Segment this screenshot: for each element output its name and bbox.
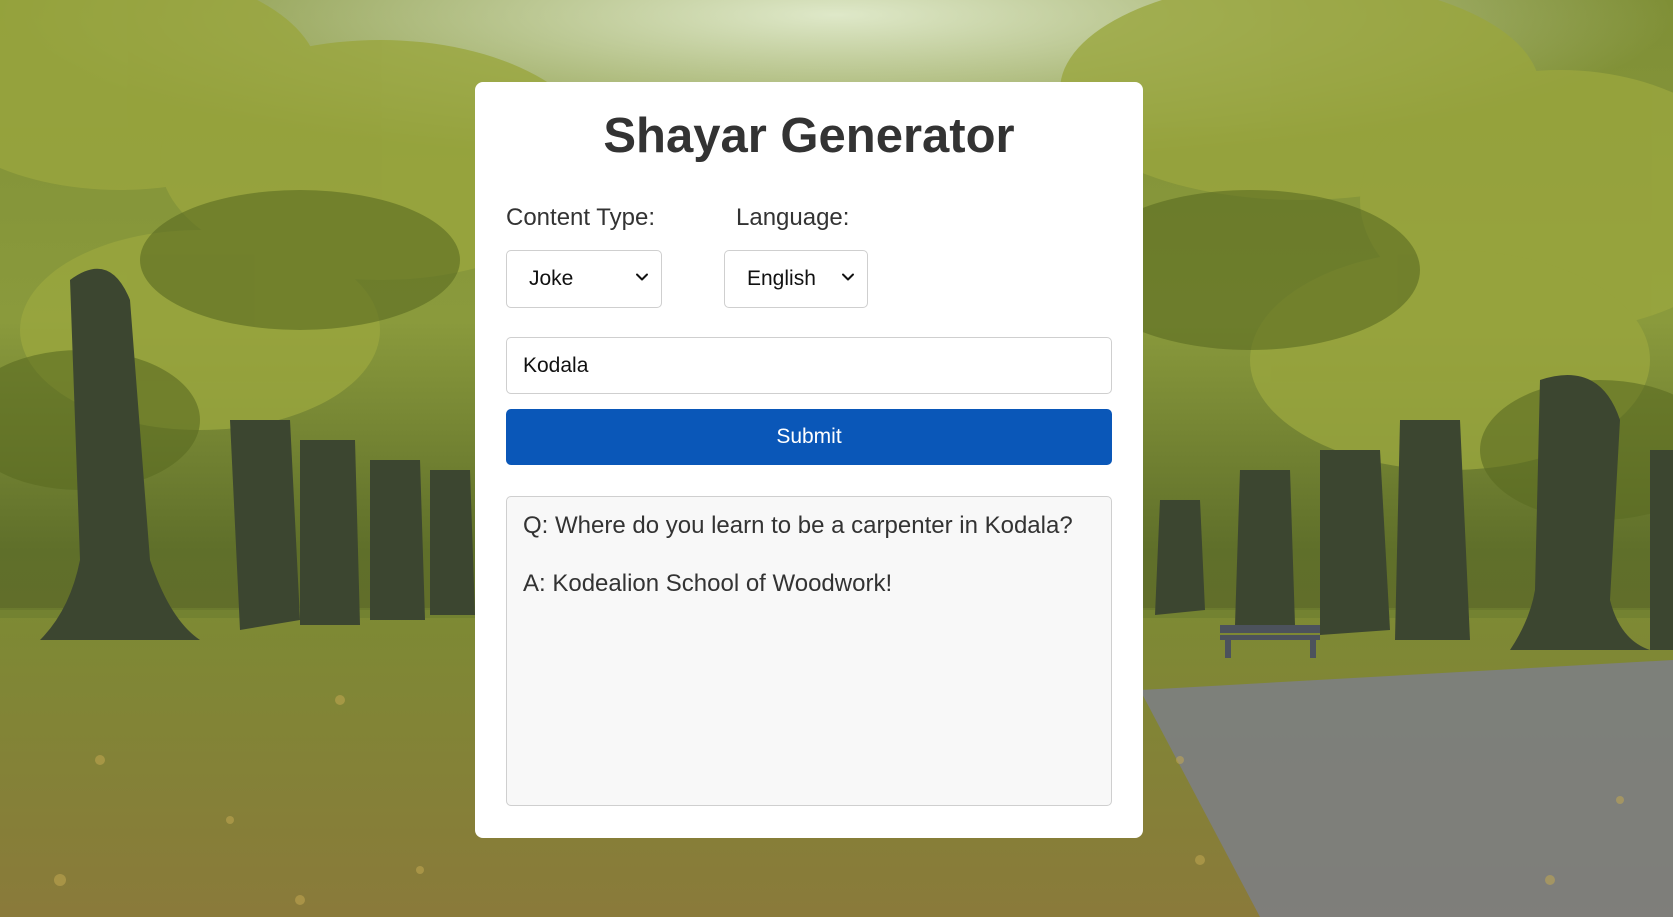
content-type-label: Content Type:	[506, 204, 655, 231]
output-question: Q: Where do you learn to be a carpenter …	[523, 512, 1073, 539]
topic-input[interactable]	[506, 337, 1112, 394]
output-answer: A: Kodealion School of Woodwork!	[523, 570, 893, 597]
content-type-value: Joke	[529, 267, 574, 290]
content-type-select[interactable]: Joke	[506, 250, 662, 308]
submit-button[interactable]: Submit	[506, 409, 1112, 465]
page-title: Shayar Generator	[603, 109, 1015, 163]
language-select[interactable]: English	[724, 250, 868, 308]
language-label: Language:	[736, 204, 850, 231]
chevron-down-icon	[636, 273, 648, 281]
language-value: English	[747, 267, 816, 290]
output-box: Q: Where do you learn to be a carpenter …	[506, 496, 1112, 806]
generator-card: Shayar Generator Content Type: Language:…	[475, 82, 1143, 838]
chevron-down-icon	[842, 273, 854, 281]
